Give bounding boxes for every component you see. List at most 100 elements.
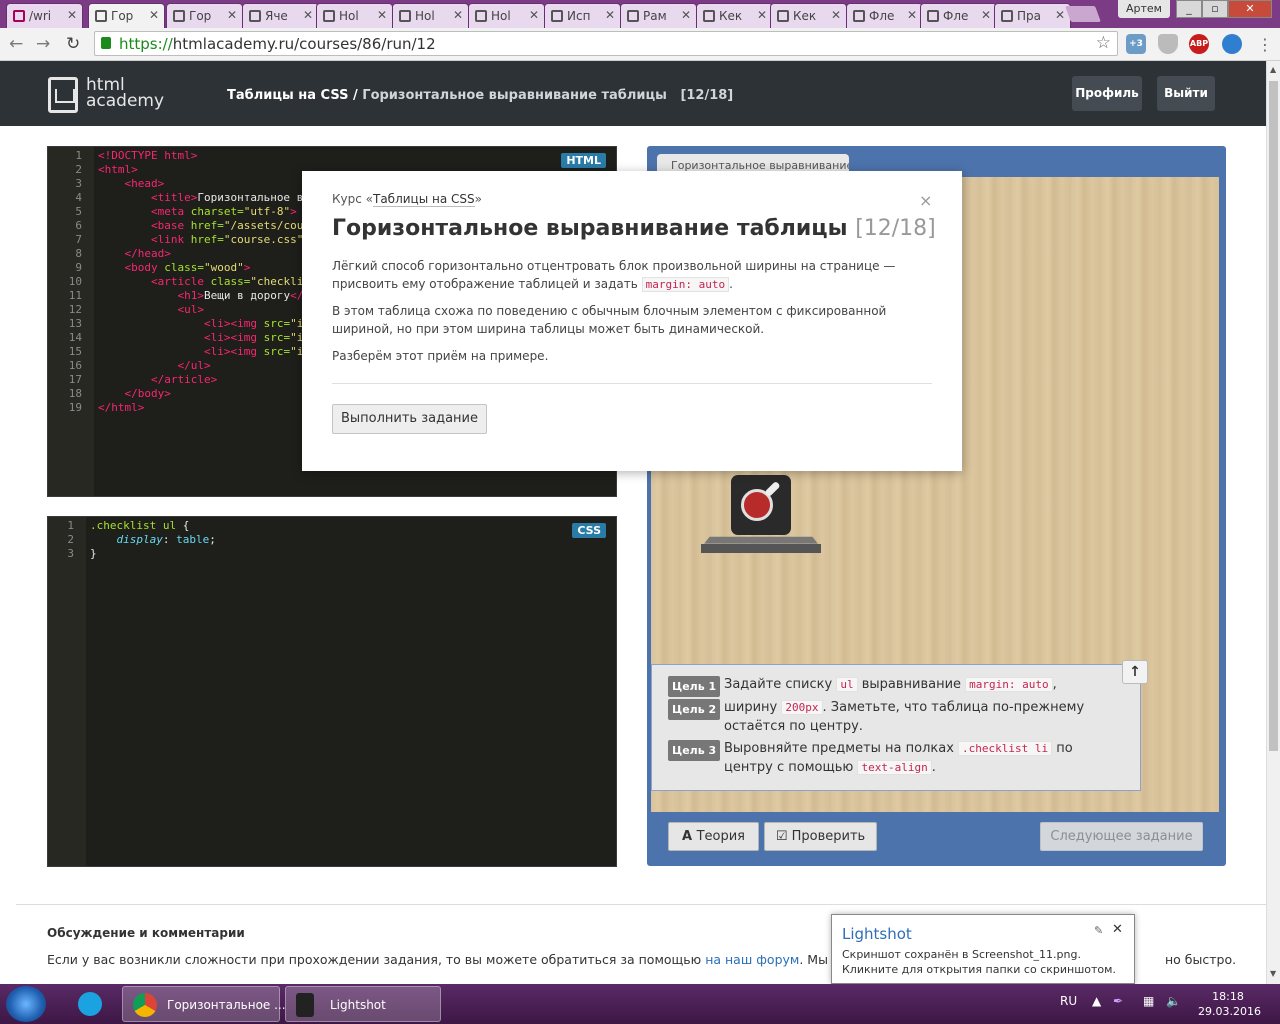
page-favicon-icon — [13, 10, 25, 22]
book-icon: A — [681, 829, 697, 844]
tab-close-icon[interactable]: ✕ — [67, 8, 77, 22]
tab-close-icon[interactable]: ✕ — [529, 8, 539, 22]
next-task-button[interactable]: Следующее задание — [1040, 822, 1203, 851]
modal-title: Горизонтальное выравнивание таблицы [12/… — [332, 216, 936, 241]
browser-tab[interactable]: Hol ✕ — [468, 3, 545, 28]
profile-badge[interactable]: Артем — [1118, 0, 1170, 18]
tab-close-icon[interactable]: ✕ — [907, 8, 917, 22]
modal-counter: [12/18] — [855, 216, 936, 241]
logout-button[interactable]: Выйти — [1157, 76, 1215, 111]
minimize-icon[interactable]: _ — [1176, 0, 1202, 18]
browser-tab[interactable]: Hol ✕ — [316, 3, 393, 28]
modal-paragraph-3: Разберём этот приём на примере. — [332, 349, 549, 363]
browser-tab[interactable]: Яче ✕ — [242, 3, 319, 28]
cloud-extension-icon[interactable]: +3 — [1126, 34, 1146, 54]
network-icon[interactable]: ▦ — [1143, 994, 1154, 1008]
reload-icon[interactable]: ↻ — [66, 34, 80, 54]
page-scrollbar[interactable]: ▲ ▼ — [1266, 61, 1280, 984]
scroll-thumb[interactable] — [1269, 81, 1278, 751]
close-icon[interactable]: ✕ — [1112, 922, 1123, 937]
browser-tab[interactable]: Гор ✕ — [166, 3, 243, 28]
browser-toolbar: ← → ↻ https://htmlacademy.ru/courses/86/… — [0, 28, 1280, 61]
maximize-icon[interactable]: ▫ — [1202, 0, 1228, 18]
browser-tab[interactable]: Кек ✕ — [770, 3, 847, 28]
pin-icon[interactable]: ✎ — [1094, 924, 1103, 937]
html-code[interactable]: <!DOCTYPE html> <html> <head> <title>Гор… — [98, 149, 303, 415]
tab-close-icon[interactable]: ✕ — [757, 8, 767, 22]
scroll-up-icon[interactable]: ▲ — [1270, 65, 1276, 74]
chrome-taskbar-button[interactable]: Горизонтальное ... — [122, 986, 286, 1022]
css-code[interactable]: .checklist ul { display: table; } — [90, 519, 216, 561]
browser-tab[interactable]: Hol ✕ — [392, 3, 469, 28]
browser-tab[interactable]: Фле ✕ — [920, 3, 997, 28]
browser-menu-icon[interactable]: ⋮ — [1257, 35, 1273, 54]
browser-tab-active[interactable]: Гор ✕ — [88, 3, 165, 28]
collapse-goals-icon[interactable]: ↑ — [1122, 660, 1148, 684]
css-editor[interactable]: 1 2 3 .checklist ul { display: table; } … — [47, 516, 617, 867]
back-icon[interactable]: ← — [9, 34, 23, 54]
volume-icon[interactable]: 🔈 — [1166, 994, 1181, 1008]
browser-tab[interactable]: /wri ✕ — [6, 3, 83, 28]
lightshot-icon — [296, 993, 314, 1017]
tab-close-icon[interactable]: ✕ — [681, 8, 691, 22]
profile-button[interactable]: Профиль — [1072, 76, 1142, 111]
chrome-icon — [133, 993, 157, 1017]
start-task-button[interactable]: Выполнить задание — [332, 404, 487, 434]
breadcrumb: Таблицы на CSS / Горизонтальное выравнив… — [227, 88, 734, 103]
lightshot-tray-icon[interactable]: ✒ — [1113, 994, 1123, 1008]
url-text[interactable]: https://htmlacademy.ru/courses/86/run/12 — [119, 35, 436, 53]
tab-close-icon[interactable]: ✕ — [1055, 8, 1065, 22]
browser-tab[interactable]: Исп ✕ — [544, 3, 621, 28]
goals-panel: Цель 1 Задайте списку ul выравнивание ma… — [651, 664, 1141, 791]
ham-item-icon — [731, 475, 791, 535]
lightshot-taskbar-button[interactable]: Lightshot — [285, 986, 441, 1022]
tab-close-icon[interactable]: ✕ — [605, 8, 615, 22]
css-badge: CSS — [572, 523, 606, 538]
tab-close-icon[interactable]: ✕ — [453, 8, 463, 22]
bookmark-star-icon[interactable]: ☆ — [1096, 33, 1111, 53]
tab-close-icon[interactable]: ✕ — [981, 8, 991, 22]
shield-extension-icon[interactable] — [1158, 34, 1178, 54]
tab-close-icon[interactable]: ✕ — [303, 8, 313, 22]
close-icon[interactable]: × — [919, 191, 932, 210]
page-favicon-icon — [551, 10, 563, 22]
tray-arrow-icon[interactable]: ▲ — [1092, 994, 1101, 1008]
breadcrumb-lesson: Горизонтальное выравнивание таблицы — [362, 88, 667, 103]
new-tab-button[interactable] — [1065, 6, 1101, 22]
lightshot-notification[interactable]: Lightshot ✎ ✕ Скриншот сохранён в Screen… — [831, 914, 1135, 984]
theory-button[interactable]: A Теория — [668, 822, 759, 851]
course-link[interactable]: Таблицы на CSS — [373, 192, 475, 207]
browser-tab[interactable]: Рам ✕ — [620, 3, 697, 28]
goal-1: Цель 1 Задайте списку ul выравнивание ma… — [668, 675, 1123, 697]
start-button[interactable] — [6, 986, 46, 1022]
tab-close-icon[interactable]: ✕ — [377, 8, 387, 22]
tab-close-icon[interactable]: ✕ — [831, 8, 841, 22]
line-numbers: 1 2 3 — [67, 519, 74, 560]
check-button[interactable]: ☑ Проверить — [764, 822, 877, 851]
academy-logo-icon[interactable] — [48, 77, 78, 113]
notification-text[interactable]: Скриншот сохранён в Screenshot_11.png. К… — [842, 947, 1132, 977]
lock-icon — [101, 37, 111, 49]
page-favicon-icon — [927, 10, 939, 22]
window-close-icon[interactable]: ✕ — [1228, 0, 1272, 18]
checkbox-icon: ☑ — [775, 829, 792, 844]
skype-taskbar-button[interactable] — [68, 986, 112, 1022]
logo-text[interactable]: html academy — [86, 77, 164, 110]
clock[interactable]: 18:18 29.03.2016 — [1198, 989, 1261, 1019]
browser-tab[interactable]: Пра ✕ — [994, 3, 1071, 28]
forward-icon[interactable]: → — [36, 34, 50, 54]
globe-extension-icon[interactable] — [1222, 34, 1242, 54]
page-favicon-icon — [1001, 10, 1013, 22]
address-bar[interactable]: https://htmlacademy.ru/courses/86/run/12… — [94, 31, 1118, 56]
breadcrumb-course[interactable]: Таблицы на CSS — [227, 88, 348, 103]
adblock-icon[interactable]: ABP — [1189, 34, 1209, 54]
tab-close-icon[interactable]: ✕ — [227, 8, 237, 22]
tab-close-icon[interactable]: ✕ — [149, 8, 159, 22]
forum-link[interactable]: на наш форум — [705, 952, 799, 967]
browser-tab[interactable]: Кек ✕ — [696, 3, 773, 28]
page-favicon-icon — [777, 10, 789, 22]
scroll-down-icon[interactable]: ▼ — [1270, 969, 1276, 978]
browser-tab[interactable]: Фле ✕ — [846, 3, 923, 28]
modal-course: Курс «Таблицы на CSS» — [332, 192, 482, 207]
language-indicator[interactable]: RU — [1060, 994, 1077, 1008]
